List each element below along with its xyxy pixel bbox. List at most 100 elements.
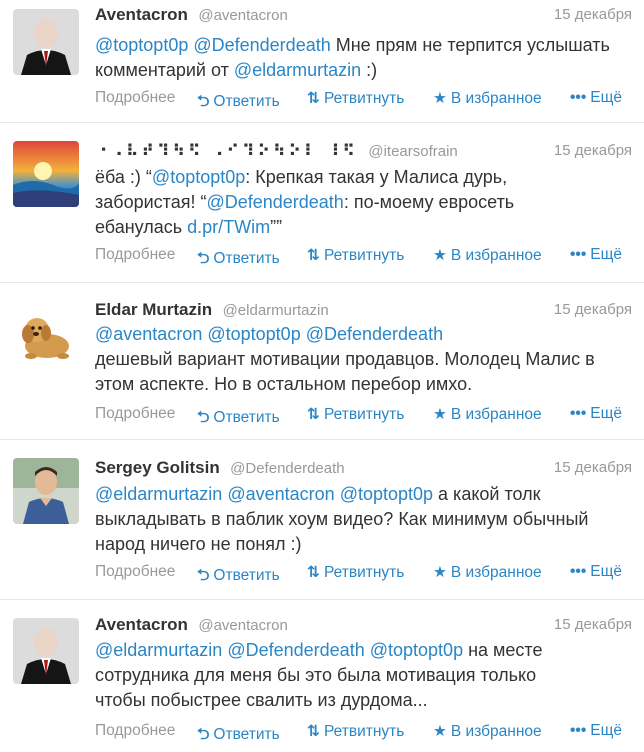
details-link[interactable]: Подробнее — [95, 563, 175, 581]
retweet-label: Ретвитнуть — [324, 90, 405, 107]
reply-button[interactable]: ⮌ Ответить — [197, 563, 280, 590]
text-fragment: :) — [361, 60, 378, 80]
star-icon: ★ — [433, 406, 447, 423]
avatar[interactable] — [13, 300, 79, 366]
more-button[interactable]: ••• Ещё — [570, 89, 622, 107]
mention-link[interactable]: @aventacron — [95, 324, 202, 344]
text-fragment: дешевый вариант мотивации продавцов. Мол… — [95, 349, 595, 394]
tweet[interactable]: Eldar Murtazin @eldarmurtazin 15 декабря… — [0, 283, 644, 440]
favorite-button[interactable]: ★ В избранное — [433, 563, 542, 582]
timestamp[interactable]: 15 декабря — [554, 142, 632, 159]
retweet-button[interactable]: ⇅ Ретвитнуть — [307, 563, 404, 582]
more-button[interactable]: ••• Ещё — [570, 246, 622, 264]
details-link[interactable]: Подробнее — [95, 246, 175, 264]
author-name[interactable]: Aventacron — [95, 5, 188, 24]
mention-link[interactable]: @toptopt0p — [95, 35, 188, 55]
author-handle[interactable]: @itearsofrain — [368, 143, 457, 160]
reply-label: Ответить — [213, 567, 280, 584]
author-name[interactable]: Sergey Golitsin — [95, 458, 220, 477]
tweet[interactable]: Sergey Golitsin @Defenderdeath 15 декабр… — [0, 440, 644, 600]
tweet[interactable]: Aventacron @aventacron 15 декабря @eldar… — [0, 600, 644, 752]
author-handle[interactable]: @aventacron — [198, 617, 287, 634]
mention-link[interactable]: @aventacron — [227, 484, 334, 504]
tweet-text: @eldarmurtazin @Defenderdeath @toptopt0p… — [95, 638, 582, 713]
mention-link[interactable]: @eldarmurtazin — [95, 484, 222, 504]
avatar[interactable] — [13, 618, 79, 684]
favorite-button[interactable]: ★ В избранное — [433, 246, 542, 265]
mention-link[interactable]: @toptopt0p — [207, 324, 300, 344]
tweet[interactable]: ⠐⠠⠧⠞⠹⠳⠫ ⠠⠊⠹⠕⠳⠕⠇ ⠸⠫ @itearsofrain 15 дека… — [0, 123, 644, 283]
tweet-actions: Подробнее ⮌ Ответить ⇅ Ретвитнуть ★ В избра… — [95, 405, 632, 427]
more-button[interactable]: ••• Ещё — [570, 722, 622, 740]
author-handle[interactable]: @eldarmurtazin — [223, 302, 329, 319]
timestamp[interactable]: 15 декабря — [554, 459, 632, 476]
tweet-header: Eldar Murtazin @eldarmurtazin 15 декабря — [95, 300, 632, 324]
more-label: Ещё — [590, 405, 622, 422]
retweet-label: Ретвитнуть — [324, 406, 405, 423]
tweet[interactable]: Aventacron @aventacron 15 декабря @topto… — [0, 0, 644, 123]
tweet-header: Sergey Golitsin @Defenderdeath 15 декабр… — [95, 458, 632, 482]
mention-link[interactable]: @toptopt0p — [340, 484, 433, 504]
timestamp[interactable]: 15 декабря — [554, 301, 632, 318]
reply-button[interactable]: ⮌ Ответить — [197, 722, 280, 749]
timestamp[interactable]: 15 декабря — [554, 616, 632, 633]
mention-link[interactable]: @Defenderdeath — [306, 324, 443, 344]
mention-link[interactable]: @Defenderdeath — [193, 35, 330, 55]
reply-button[interactable]: ⮌ Ответить — [197, 89, 280, 116]
mention-link[interactable]: @toptopt0p — [370, 640, 463, 660]
mention-link[interactable]: @Defenderdeath — [206, 192, 343, 212]
details-link[interactable]: Подробнее — [95, 722, 175, 740]
mention-link[interactable]: @Defenderdeath — [227, 640, 364, 660]
retweet-button[interactable]: ⇅ Ретвитнуть — [307, 246, 404, 265]
tweet-text: @aventacron @toptopt0p @Defenderdeath де… — [95, 322, 632, 397]
reply-arrow-icon: ⮌ — [197, 93, 210, 110]
retweet-icon: ⇅ — [307, 406, 320, 423]
reply-label: Ответить — [213, 250, 280, 267]
tweet-actions: Подробнее ⮌ Ответить ⇅ Ретвитнуть ★ В избра… — [95, 89, 632, 111]
more-label: Ещё — [590, 89, 622, 106]
reply-arrow-icon: ⮌ — [197, 567, 210, 584]
favorite-label: В избранное — [450, 406, 542, 423]
more-label: Ещё — [590, 722, 622, 739]
retweet-button[interactable]: ⇅ Ретвитнуть — [307, 722, 404, 741]
dots-icon: ••• — [570, 405, 587, 422]
reply-label: Ответить — [213, 726, 280, 743]
reply-button[interactable]: ⮌ Ответить — [197, 405, 280, 432]
dots-icon: ••• — [570, 246, 587, 263]
details-link[interactable]: Подробнее — [95, 405, 175, 423]
mention-link[interactable]: @eldarmurtazin — [234, 60, 361, 80]
star-icon: ★ — [433, 564, 447, 581]
reply-label: Ответить — [213, 409, 280, 426]
favorite-label: В избранное — [450, 90, 542, 107]
text-fragment: ”” — [270, 217, 283, 237]
tweet-header: Aventacron @aventacron 15 декабря — [95, 5, 632, 29]
tweet-actions: Подробнее ⮌ Ответить ⇅ Ретвитнуть ★ В избра… — [95, 722, 632, 744]
author-handle[interactable]: @Defenderdeath — [230, 460, 344, 477]
more-button[interactable]: ••• Ещё — [570, 405, 622, 423]
retweet-icon: ⇅ — [307, 90, 320, 107]
mention-link[interactable]: @toptopt0p — [152, 167, 245, 187]
author-name[interactable]: Eldar Murtazin — [95, 300, 212, 319]
mention-link[interactable]: @eldarmurtazin — [95, 640, 222, 660]
timestamp[interactable]: 15 декабря — [554, 6, 632, 23]
favorite-label: В избранное — [450, 723, 542, 740]
retweet-button[interactable]: ⇅ Ретвитнуть — [307, 405, 404, 424]
details-link[interactable]: Подробнее — [95, 89, 175, 107]
star-icon: ★ — [433, 723, 447, 740]
author-name[interactable]: ⠐⠠⠧⠞⠹⠳⠫ ⠠⠊⠹⠕⠳⠕⠇ ⠸⠫ — [95, 143, 358, 160]
author-handle[interactable]: @aventacron — [198, 7, 287, 24]
tweet-actions: Подробнее ⮌ Ответить ⇅ Ретвитнуть ★ В избра… — [95, 246, 632, 268]
avatar[interactable] — [13, 458, 79, 524]
url-link[interactable]: d.pr/TWim — [187, 217, 270, 237]
reply-arrow-icon: ⮌ — [197, 726, 210, 743]
tweet-header: ⠐⠠⠧⠞⠹⠳⠫ ⠠⠊⠹⠕⠳⠕⠇ ⠸⠫ @itearsofrain 15 дека… — [95, 141, 632, 165]
avatar[interactable] — [13, 141, 79, 207]
favorite-button[interactable]: ★ В избранное — [433, 405, 542, 424]
retweet-button[interactable]: ⇅ Ретвитнуть — [307, 89, 404, 108]
avatar[interactable] — [13, 9, 79, 75]
favorite-button[interactable]: ★ В избранное — [433, 722, 542, 741]
more-button[interactable]: ••• Ещё — [570, 563, 622, 581]
reply-button[interactable]: ⮌ Ответить — [197, 246, 280, 273]
favorite-button[interactable]: ★ В избранное — [433, 89, 542, 108]
author-name[interactable]: Aventacron — [95, 615, 188, 634]
